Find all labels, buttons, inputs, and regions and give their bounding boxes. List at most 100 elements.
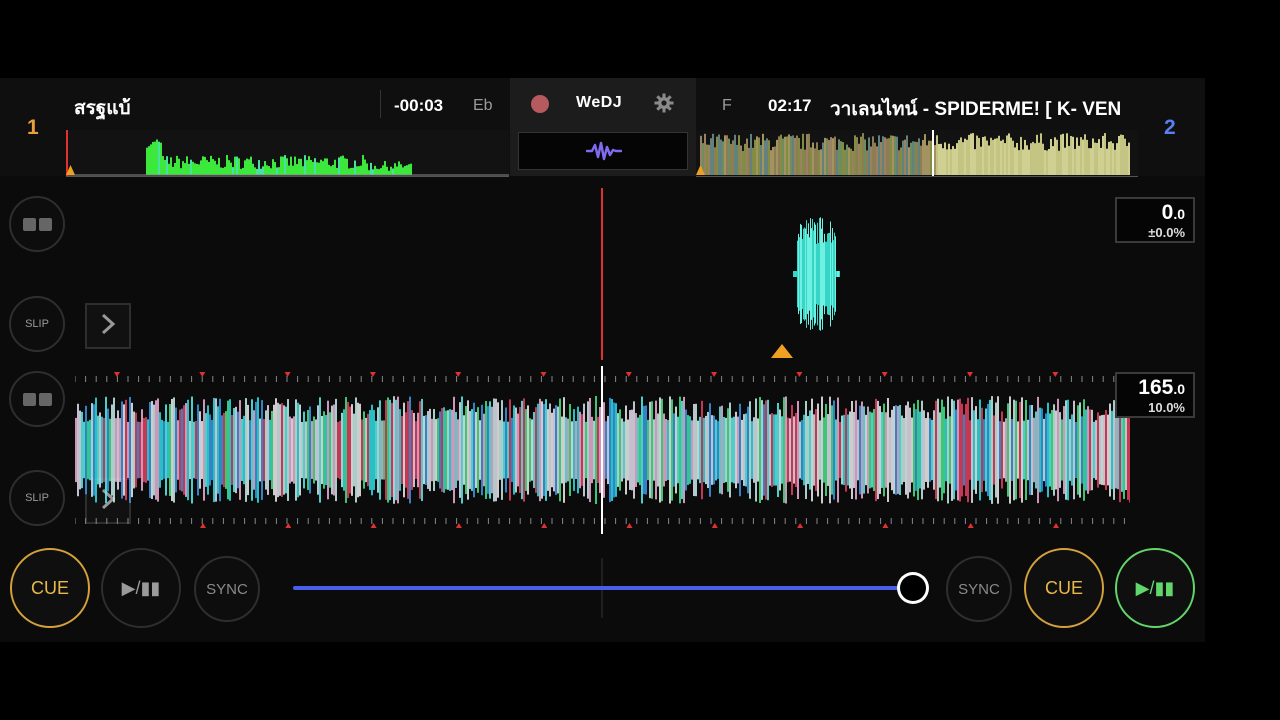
zoom-wave-bar — [826, 241, 827, 307]
zoom-wave-bar — [191, 396, 193, 504]
zoom-wave-bar — [197, 404, 199, 496]
zoom-wave-bar — [297, 402, 299, 498]
zoom-wave-bar — [921, 400, 923, 500]
zoom-wave-bar — [453, 396, 455, 504]
zoom-wave-bar — [651, 401, 653, 499]
zoom-wave-bar — [737, 416, 739, 484]
zoom-wave-bar — [557, 406, 559, 494]
zoom-wave-bar — [911, 417, 913, 483]
zoom-wave-bar — [587, 401, 589, 499]
overview-bar — [982, 137, 984, 175]
zoom-wave-bar — [705, 415, 707, 485]
deck1-play-pause-button[interactable]: ▶/▮▮ — [101, 548, 181, 628]
overview-bar — [706, 144, 708, 175]
layout-toggle-icon — [22, 392, 52, 406]
zoom-wave-bar — [659, 397, 661, 503]
deck1-track-title[interactable]: สรฐแบ้ — [74, 93, 374, 123]
overview-bar — [296, 164, 298, 175]
overview-bar — [816, 142, 818, 175]
zoom-wave-bar — [437, 418, 439, 482]
overview-bar — [724, 135, 726, 175]
zoom-wave-bar — [513, 405, 515, 495]
deck1-slip-button[interactable]: SLIP — [9, 470, 65, 526]
overview-bar — [872, 136, 874, 175]
zoom-wave-bar — [673, 413, 675, 487]
deck2-overview-waveform[interactable] — [696, 130, 1138, 177]
overview-bar — [220, 167, 222, 175]
zoom-wave-bar — [151, 401, 153, 499]
gear-icon[interactable] — [654, 93, 674, 118]
zoom-wave-bar — [867, 406, 869, 494]
zoom-wave-bar — [1021, 397, 1023, 503]
deck2-layout-toggle[interactable] — [9, 196, 65, 252]
zoom-wave-bar — [325, 414, 327, 486]
zoom-wave-bar — [533, 411, 535, 489]
bar-marker-icon — [711, 523, 718, 528]
zoom-wave-bar — [951, 399, 953, 501]
zoom-wave-bar — [263, 419, 265, 481]
zoom-wave-bar — [411, 410, 413, 490]
zoom-wave-bar — [457, 419, 459, 481]
deck2-zoom-waveform[interactable] — [75, 188, 1130, 360]
zoom-wave-bar — [1019, 401, 1021, 499]
overview-bar — [798, 138, 800, 175]
zoom-wave-bar — [209, 414, 211, 486]
zoom-wave-bar — [691, 420, 693, 480]
overview-bar — [884, 137, 886, 175]
overview-bar — [938, 143, 940, 175]
zoom-wave-bar — [821, 396, 823, 504]
zoom-wave-bar — [1073, 400, 1075, 500]
zoom-wave-bar — [798, 233, 799, 315]
deck2-play-pause-button[interactable]: ▶/▮▮ — [1115, 548, 1195, 628]
deck2-track-title[interactable]: วาเลนไทน์ - SPIDERME! [ K- VEN — [830, 94, 1132, 124]
overview-bar — [902, 140, 904, 175]
overview-bar — [766, 138, 768, 175]
zoom-wave-bar — [399, 409, 401, 491]
deck2-time: 02:17 — [768, 96, 812, 115]
zoom-wave-bar — [671, 399, 673, 501]
zoom-wave-bar — [967, 397, 969, 503]
zoom-wave-bar — [989, 399, 991, 501]
waveform-view-button[interactable] — [518, 132, 688, 170]
overview-bar — [208, 161, 210, 175]
deck1-zoom-waveform[interactable] — [75, 366, 1130, 534]
zoom-wave-bar — [177, 420, 179, 480]
deck2-bpm-display[interactable]: 0.0 ±0.0% — [1115, 197, 1195, 243]
overview-bar — [204, 156, 206, 175]
zoom-wave-bar — [171, 398, 173, 502]
deck2-slip-button[interactable]: SLIP — [9, 296, 65, 352]
deck2-bpm: 0 — [1161, 201, 1174, 224]
record-icon[interactable] — [531, 95, 549, 113]
deck1-layout-toggle[interactable] — [9, 371, 65, 427]
zoom-wave-bar — [501, 400, 503, 500]
zoom-wave-bar — [591, 416, 593, 484]
deck2-cue-button[interactable]: CUE — [1024, 548, 1104, 628]
deck1-overview-waveform[interactable] — [66, 130, 509, 177]
crossfader[interactable] — [293, 548, 933, 628]
deck1-sync-button[interactable]: SYNC — [194, 556, 260, 622]
zoom-wave-bar — [787, 417, 789, 483]
overview-bar — [406, 165, 408, 175]
zoom-wave-bar — [499, 420, 501, 480]
zoom-wave-bar — [205, 413, 207, 487]
zoom-wave-bar — [569, 403, 571, 497]
zoom-wave-bar — [539, 398, 541, 502]
zoom-wave-bar — [97, 415, 99, 485]
zoom-wave-bar — [327, 400, 329, 500]
zoom-wave-bar — [835, 236, 836, 312]
overview-bar — [928, 140, 930, 175]
overview-bar — [792, 135, 794, 175]
overview-bar — [926, 145, 928, 175]
deck1-cue-button[interactable]: CUE — [10, 548, 90, 628]
zoom-wave-bar — [403, 402, 405, 498]
deck2-sync-button[interactable]: SYNC — [946, 556, 1012, 622]
zoom-wave-bar — [285, 406, 287, 494]
zoom-wave-bar — [629, 410, 631, 490]
overview-bar — [274, 162, 276, 175]
zoom-wave-bar — [639, 414, 641, 486]
cue-marker-icon — [771, 344, 793, 358]
zoom-wave-bar — [814, 222, 815, 326]
deck1-bpm-display[interactable]: 165.0 10.0% — [1115, 372, 1195, 418]
overview-bar — [164, 159, 166, 175]
zoom-wave-bar — [815, 409, 817, 491]
